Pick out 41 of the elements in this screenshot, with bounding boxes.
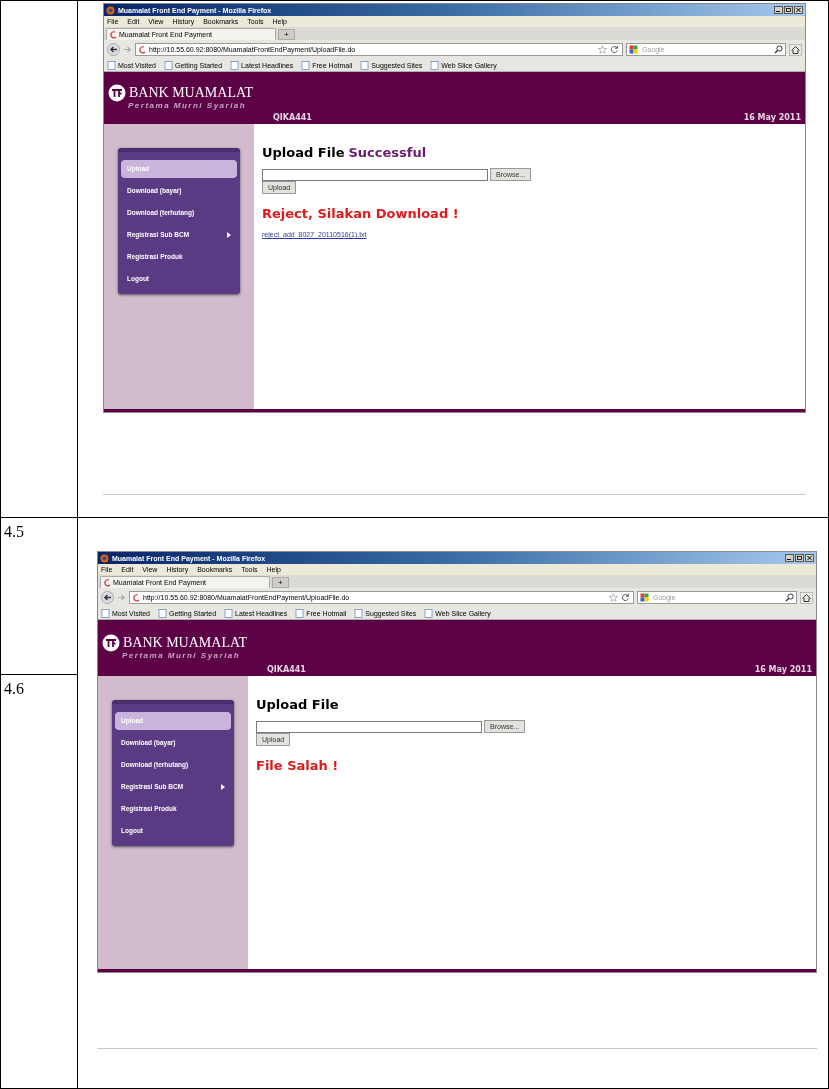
minimize-icon[interactable] [785, 554, 794, 562]
status-text: Successful [348, 146, 427, 159]
file-path-field[interactable] [262, 168, 488, 181]
error-message: Reject, Silakan Download ! [262, 207, 459, 220]
minimize-icon[interactable] [774, 6, 783, 14]
new-tab-button[interactable]: + [278, 29, 295, 40]
search-icon[interactable] [774, 45, 783, 54]
search-icon[interactable] [785, 593, 794, 602]
page-heading: Upload File [262, 146, 345, 159]
star-icon[interactable] [609, 593, 618, 602]
back-icon[interactable] [101, 591, 114, 604]
star-icon[interactable] [598, 45, 607, 54]
back-icon[interactable] [107, 43, 120, 56]
date-text: 16 May 2011 [754, 666, 812, 674]
search-engine-icon [629, 45, 639, 54]
reload-icon[interactable] [621, 593, 630, 602]
restore-icon[interactable] [784, 6, 793, 14]
user-id: QIKA441 [273, 114, 312, 122]
tagline: Pertama Murni Syariah [121, 652, 242, 660]
search-engine-icon [640, 593, 650, 602]
page-heading: Upload File [256, 698, 339, 711]
globe-icon [106, 5, 115, 15]
logo-icon [102, 634, 120, 652]
user-id: QIKA441 [267, 666, 306, 674]
step-number: 4.5 [4, 523, 24, 540]
close-icon[interactable] [794, 6, 803, 14]
file-path-field[interactable] [256, 720, 482, 733]
tagline: Pertama Murni Syariah [127, 102, 248, 110]
new-tab-button[interactable]: + [272, 577, 289, 588]
close-icon[interactable] [805, 554, 814, 562]
step-number: 4.6 [4, 680, 24, 697]
reload-icon[interactable] [610, 45, 619, 54]
home-icon[interactable] [789, 43, 802, 56]
home-icon[interactable] [800, 591, 813, 604]
bank-name: BANK MUAMALAT [123, 636, 248, 650]
bank-name: BANK MUAMALAT [129, 86, 254, 100]
globe-icon [100, 553, 109, 563]
logo-icon [108, 84, 126, 102]
restore-icon[interactable] [795, 554, 804, 562]
date-text: 16 May 2011 [743, 114, 801, 122]
error-message: File Salah ! [256, 759, 339, 772]
